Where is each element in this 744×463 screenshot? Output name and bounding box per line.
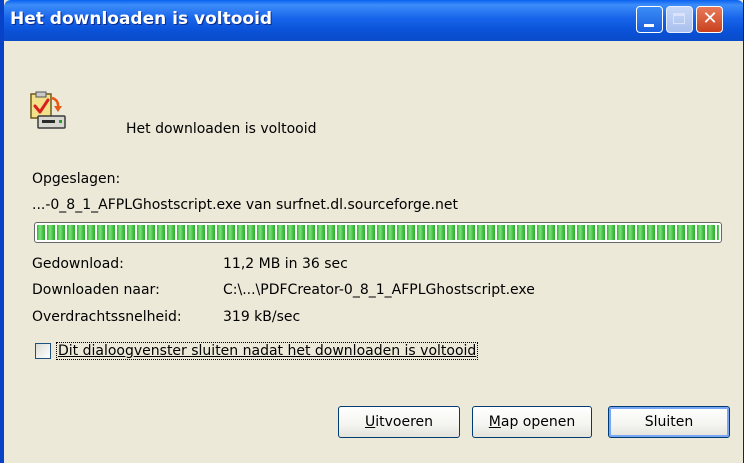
progress-fill — [37, 225, 719, 240]
close-button[interactable]: Sluiten — [608, 406, 730, 438]
maximize-button — [666, 6, 693, 33]
transfer-rate-label: Overdrachtssnelheid: — [32, 309, 182, 325]
close-window-button[interactable]: ✕ — [696, 6, 723, 33]
download-complete-icon — [30, 91, 66, 129]
downloaded-label: Gedownload: — [32, 256, 124, 272]
run-button-label: itvoeren — [375, 414, 434, 430]
close-icon: ✕ — [702, 8, 718, 29]
download-progress-bar — [34, 222, 722, 243]
minimize-button[interactable] — [636, 6, 663, 33]
open-folder-button[interactable]: Map openen — [472, 406, 592, 438]
window-title: Het downloaden is voltooid — [10, 9, 273, 29]
close-when-done-label[interactable]: Dit dialoogvenster sluiten nadat het dow… — [56, 342, 479, 360]
download-complete-dialog: Het downloaden is voltooid ✕ Het downloa… — [0, 0, 744, 463]
transfer-rate-value: 319 kB/sec — [223, 309, 301, 325]
destination-value: C:\...\PDFCreator-0_8_1_AFPLGhostscript.… — [223, 282, 535, 298]
destination-label: Downloaden naar: — [32, 282, 160, 298]
dialog-body: Het downloaden is voltooid Opgeslagen: .… — [4, 41, 743, 463]
open-folder-button-label: ap openen — [500, 414, 576, 430]
saved-source: ...-0_8_1_AFPLGhostscript.exe van surfne… — [32, 197, 458, 213]
open-folder-button-accel: M — [488, 414, 501, 430]
run-button-accel: U — [364, 414, 376, 430]
completion-message: Het downloaden is voltooid — [126, 121, 317, 137]
title-bar[interactable]: Het downloaden is voltooid ✕ — [4, 0, 743, 41]
minimize-icon — [644, 24, 654, 27]
close-when-done-checkbox[interactable] — [35, 343, 51, 359]
maximize-icon — [673, 13, 685, 24]
downloaded-value: 11,2 MB in 36 sec — [223, 256, 348, 272]
saved-label: Opgeslagen: — [32, 171, 121, 187]
run-button[interactable]: Uitvoeren — [338, 406, 460, 438]
